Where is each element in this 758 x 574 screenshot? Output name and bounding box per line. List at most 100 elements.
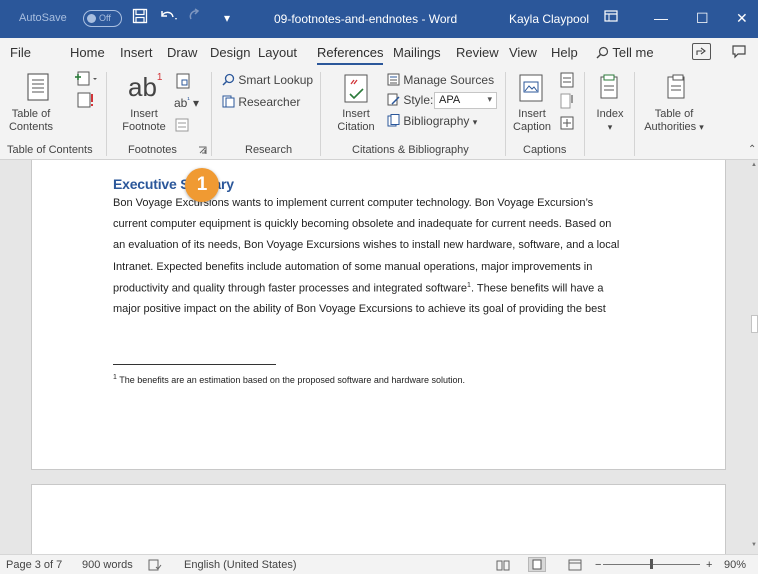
insert-caption-icon[interactable]: [519, 74, 543, 102]
zoom-in-icon[interactable]: +: [706, 559, 712, 571]
collapse-ribbon-icon[interactable]: ⌃: [748, 144, 756, 155]
title-bar: AutoSave Off ▾ 09-footnotes-and-endnotes…: [0, 0, 758, 38]
tab-layout[interactable]: Layout: [258, 45, 297, 60]
zoom-out-icon[interactable]: −: [595, 559, 601, 571]
body-line: major positive impact on the ability of …: [113, 302, 606, 315]
index-button[interactable]: Index ▾: [595, 108, 625, 134]
insert-caption-line1: Insert: [518, 108, 546, 120]
update-table-icon[interactable]: [77, 91, 95, 109]
style-icon: [387, 93, 400, 106]
tell-me-search[interactable]: Tell me: [596, 45, 654, 60]
comments-icon[interactable]: [731, 43, 750, 60]
zoom-slider-thumb[interactable]: [650, 559, 653, 569]
authorities-dropdown-icon: ▾: [699, 122, 704, 132]
read-mode-icon[interactable]: [496, 559, 510, 574]
customize-qat-icon[interactable]: ▾: [224, 8, 230, 28]
index-icon[interactable]: [598, 74, 620, 100]
bibliography-dropdown-icon: ▾: [472, 117, 478, 127]
maximize-icon[interactable]: ☐: [696, 8, 709, 28]
minimize-icon[interactable]: —: [654, 8, 668, 28]
smart-lookup-icon: [222, 73, 235, 86]
footnote[interactable]: 1 The benefits are an estimation based o…: [113, 374, 465, 385]
footnotes-dialog-launcher-icon[interactable]: [198, 146, 207, 155]
autosave-state: Off: [99, 13, 111, 23]
body-line: an evaluation of its needs, Bon Voyage E…: [113, 239, 620, 252]
body-line-with-footnote: productivity and quality through faster …: [113, 282, 658, 303]
manage-sources-button[interactable]: Manage Sources: [387, 73, 494, 87]
cross-reference-icon[interactable]: [560, 116, 574, 130]
update-table-of-figures-icon[interactable]: [560, 93, 574, 109]
insert-endnote-icon[interactable]: [175, 73, 191, 89]
show-notes-icon[interactable]: [175, 118, 189, 132]
share-icon[interactable]: [692, 43, 711, 60]
insert-caption-button[interactable]: Insert Caption: [509, 108, 555, 134]
tab-design[interactable]: Design: [210, 45, 250, 60]
footnote-text: The benefits are an estimation based on …: [119, 375, 465, 385]
citation-style-select[interactable]: APA ▾: [434, 92, 497, 109]
citation-style-value: APA: [439, 94, 461, 106]
tab-help[interactable]: Help: [551, 45, 578, 60]
heading-part1: Executive S: [113, 176, 190, 192]
web-layout-icon[interactable]: [568, 559, 582, 574]
document-title: 09-footnotes-and-endnotes - Word: [274, 12, 458, 26]
table-of-authorities-button[interactable]: Table of Authorities ▾: [640, 108, 708, 134]
bibliography-button[interactable]: Bibliography ▾: [387, 114, 477, 129]
insert-caption-line2: Caption: [513, 121, 551, 133]
manage-sources-icon: [387, 73, 400, 86]
user-name[interactable]: Kayla Claypool: [509, 12, 589, 26]
print-layout-icon[interactable]: [528, 557, 546, 572]
undo-icon[interactable]: [158, 8, 178, 30]
scroll-up-arrow-icon[interactable]: ▲: [751, 162, 758, 168]
table-of-contents-button[interactable]: Table of Contents: [6, 108, 56, 134]
researcher-icon: [222, 95, 235, 108]
insert-citation-button[interactable]: Insert Citation: [331, 108, 381, 134]
toc-line2: Contents: [8, 121, 54, 133]
table-of-contents-icon[interactable]: [27, 73, 49, 101]
body-line-text: productivity and quality through faster …: [113, 282, 468, 295]
tab-review[interactable]: Review: [456, 45, 499, 60]
tab-references[interactable]: References: [317, 45, 384, 65]
tell-me-label: Tell me: [612, 45, 654, 60]
autosave-toggle[interactable]: Off: [83, 10, 122, 27]
close-icon[interactable]: ✕: [736, 8, 748, 28]
group-label-research: Research: [245, 144, 293, 156]
add-text-icon[interactable]: [73, 70, 99, 88]
tab-mailings[interactable]: Mailings: [393, 45, 441, 60]
ribbon-display-icon[interactable]: [604, 8, 618, 28]
group-separator: [211, 72, 212, 156]
footnote-separator: [113, 364, 276, 365]
language[interactable]: English (United States): [184, 559, 297, 571]
citation-style: Style:: [387, 93, 433, 107]
zoom-level[interactable]: 90%: [724, 559, 746, 571]
table-of-authorities-icon[interactable]: [665, 74, 687, 100]
group-separator: [634, 72, 635, 156]
page-count[interactable]: Page 3 of 7: [6, 559, 62, 571]
tab-insert[interactable]: Insert: [120, 45, 153, 60]
group-label-captions: Captions: [523, 144, 567, 156]
footnote-number: 1: [113, 374, 117, 381]
proofing-icon[interactable]: [148, 559, 162, 574]
researcher-button[interactable]: Researcher: [222, 95, 300, 109]
redo-icon[interactable]: [186, 8, 202, 30]
insert-footnote-icon[interactable]: ab1: [128, 72, 162, 103]
insert-table-of-figures-icon[interactable]: [560, 72, 574, 88]
index-label: Index: [596, 108, 624, 120]
group-separator: [584, 72, 585, 156]
body-paragraph[interactable]: Bon Voyage Excursions wants to implement…: [113, 197, 658, 324]
vertical-scrollbar[interactable]: ▲ ▼: [750, 160, 758, 554]
word-count[interactable]: 900 words: [82, 559, 133, 571]
toggle-knob: [87, 14, 96, 23]
tab-home[interactable]: Home: [70, 45, 105, 60]
scrollbar-thumb[interactable]: [751, 315, 758, 333]
tab-draw[interactable]: Draw: [167, 45, 197, 60]
insert-citation-icon[interactable]: [344, 74, 370, 104]
save-icon[interactable]: [132, 8, 148, 30]
insert-citation-line2: Citation: [337, 121, 375, 133]
insert-footnote-button[interactable]: Insert Footnote: [118, 108, 170, 134]
smart-lookup-button[interactable]: Smart Lookup: [222, 73, 313, 87]
next-footnote-icon[interactable]: ab¹ ▾: [174, 96, 199, 110]
tab-view[interactable]: View: [509, 45, 537, 60]
scroll-down-arrow-icon[interactable]: ▼: [751, 542, 758, 548]
tab-file[interactable]: File: [10, 45, 31, 60]
researcher-label: Researcher: [238, 95, 301, 109]
